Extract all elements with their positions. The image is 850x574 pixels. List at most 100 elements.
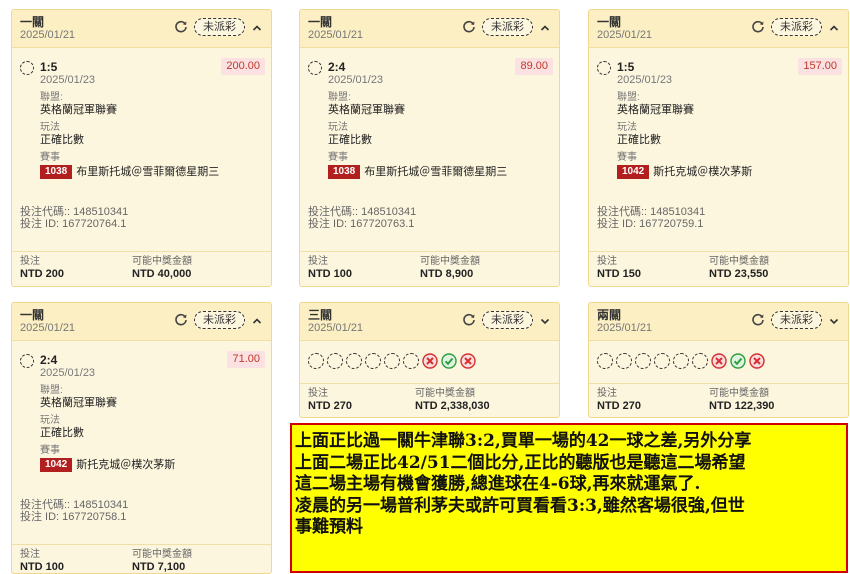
bet-card: 一關 2025/01/21 未派彩 2:4 2025/01/23 71.00 聯… [11,302,272,574]
dashed-circle-icon [616,353,632,369]
status-badge: 未派彩 [194,311,245,329]
bet-type-value: 正確比數 [328,134,372,146]
bet-code-value: 148510341 [361,206,417,218]
bet-code: 投注代碼:: 148510341 [12,206,128,218]
dashed-circle-icon[interactable] [20,61,34,75]
match-date: 2025/01/23 [617,74,673,86]
match-date: 2025/01/23 [328,74,384,86]
stake-value: NTD 100 [308,268,353,280]
bet-id-label: 投注 ID: [20,218,63,230]
stake-label: 投注 [597,256,617,267]
refresh-icon[interactable] [174,20,188,34]
stake-value: NTD 270 [308,400,353,412]
league-label: 聯盟: [328,92,351,103]
dashed-circle-icon[interactable] [308,61,322,75]
status-badge: 未派彩 [482,311,533,329]
bet-id: 投注 ID: 167720764.1 [12,218,128,230]
payout-label: 可能中獎金額 [709,256,769,267]
bet-id-value: 167720759.1 [639,218,704,230]
chevron-up-icon[interactable] [539,21,551,33]
event-code: 1038 [328,165,361,179]
dashed-circle-icon [597,353,613,369]
stake-label: 投注 [597,388,617,399]
status-badge: 未派彩 [194,18,245,36]
odds-badge: 89.00 [515,58,553,75]
bet-type-label: 玩法 [328,122,348,133]
dashed-circle-icon[interactable] [20,354,34,368]
card-footer: 投注 NTD 100 可能中獎金額 NTD 8,900 [300,251,559,286]
stake-label: 投注 [20,549,40,560]
refresh-icon[interactable] [174,313,188,327]
match-date: 2025/01/23 [40,367,96,379]
dashed-circle-icon [654,353,670,369]
note-line: 上面正比過一關牛津聯3:2,買單一場的42一球之差,另外分享 [295,431,752,451]
bet-code-label: 投注代碼:: [308,206,362,218]
refresh-icon[interactable] [751,20,765,34]
league-label: 聯盟: [40,92,63,103]
event-code: 1038 [40,165,73,179]
bet-code-label: 投注代碼:: [597,206,651,218]
note-line: 凌晨的另一場普利茅夫或許可買看看3:3,雖然客場很強,但世 [295,495,745,516]
bet-id-label: 投注 ID: [308,218,351,230]
bet-code-value: 148510341 [650,206,706,218]
event-label: 賽事 [617,152,637,163]
bet-card: 一關 2025/01/21 未派彩 1:5 2025/01/23 200.00 … [11,9,272,287]
parlay-card: 三關 2025/01/21 未派彩 投注 NTD 270 可能中獎金額 NTD … [299,302,560,418]
stake-label: 投注 [20,256,40,267]
stake-value: NTD 270 [597,400,642,412]
bet-code-value: 148510341 [73,206,129,218]
league-value: 英格蘭冠軍聯賽 [617,104,694,116]
payout-value: NTD 122,390 [709,400,775,412]
chevron-down-icon[interactable] [828,314,840,326]
event-label: 賽事 [328,152,348,163]
payout-value: NTD 23,550 [709,268,769,280]
event-row: 1042 斯托克城＠樸次茅斯 [40,458,263,472]
dashed-circle-icon [635,353,651,369]
event-row: 1038 布里斯托城＠雪菲爾德星期三 [328,165,551,179]
league-value: 英格蘭冠軍聯賽 [40,104,117,116]
odds-badge: 157.00 [798,58,842,75]
bet-code-value: 148510341 [73,499,129,511]
dashed-circle-icon [692,353,708,369]
payout-label: 可能中獎金額 [415,388,475,399]
leg-status-row [300,341,559,369]
parlay-card: 兩關 2025/01/21 未派彩 投注 NTD 270 可能中獎金額 NTD … [588,302,849,418]
bet-id: 投注 ID: 167720759.1 [589,218,705,230]
card-footer: 投注 NTD 270 可能中獎金額 NTD 2,338,030 [300,383,559,417]
payout-label: 可能中獎金額 [709,388,769,399]
bet-type-label: 玩法 [617,122,637,133]
refresh-icon[interactable] [462,313,476,327]
league-value: 英格蘭冠軍聯賽 [328,104,405,116]
bet-leg: 1:5 2025/01/23 157.00 聯盟: 英格蘭冠軍聯賽 玩法 正確比… [589,48,848,179]
event-name: 布里斯托城＠雪菲爾德星期三 [76,165,220,178]
bet-card: 一關 2025/01/21 未派彩 1:5 2025/01/23 157.00 … [588,9,849,287]
bet-type-label: 玩法 [40,122,60,133]
stake-label: 投注 [308,388,328,399]
note-line: 這二場主場有機會獲勝,總進球在4-6球,再來就運氣了. [295,474,701,494]
event-name: 斯托克城＠樸次茅斯 [76,458,176,471]
dashed-circle-icon[interactable] [597,61,611,75]
chevron-up-icon[interactable] [251,21,263,33]
event-row: 1042 斯托克城＠樸次茅斯 [617,165,840,179]
chevron-up-icon[interactable] [251,314,263,326]
refresh-icon[interactable] [751,313,765,327]
odds-badge: 200.00 [221,58,265,75]
dashed-circle-icon [308,353,324,369]
bet-leg: 1:5 2025/01/23 200.00 聯盟: 英格蘭冠軍聯賽 玩法 正確比… [12,48,271,179]
payout-value: NTD 40,000 [132,268,192,280]
card-footer: 投注 NTD 100 可能中獎金額 NTD 7,100 [12,544,271,573]
league-value: 英格蘭冠軍聯賽 [40,397,117,409]
x-circle-icon [749,353,765,369]
refresh-icon[interactable] [462,20,476,34]
card-header: 一關 2025/01/21 未派彩 [300,10,559,48]
league-label: 聯盟: [40,385,63,396]
card-header: 一關 2025/01/21 未派彩 [589,10,848,48]
bet-leg: 2:4 2025/01/23 89.00 聯盟: 英格蘭冠軍聯賽 玩法 正確比數… [300,48,559,179]
event-code: 1042 [40,458,73,472]
payout-value: NTD 7,100 [132,561,186,573]
card-footer: 投注 NTD 200 可能中獎金額 NTD 40,000 [12,251,271,286]
chevron-up-icon[interactable] [828,21,840,33]
card-header: 兩關 2025/01/21 未派彩 [589,303,848,341]
chevron-down-icon[interactable] [539,314,551,326]
annotation-note: 上面正比過一關牛津聯3:2,買單一場的42一球之差,另外分享 上面二場正比42/… [290,423,848,573]
